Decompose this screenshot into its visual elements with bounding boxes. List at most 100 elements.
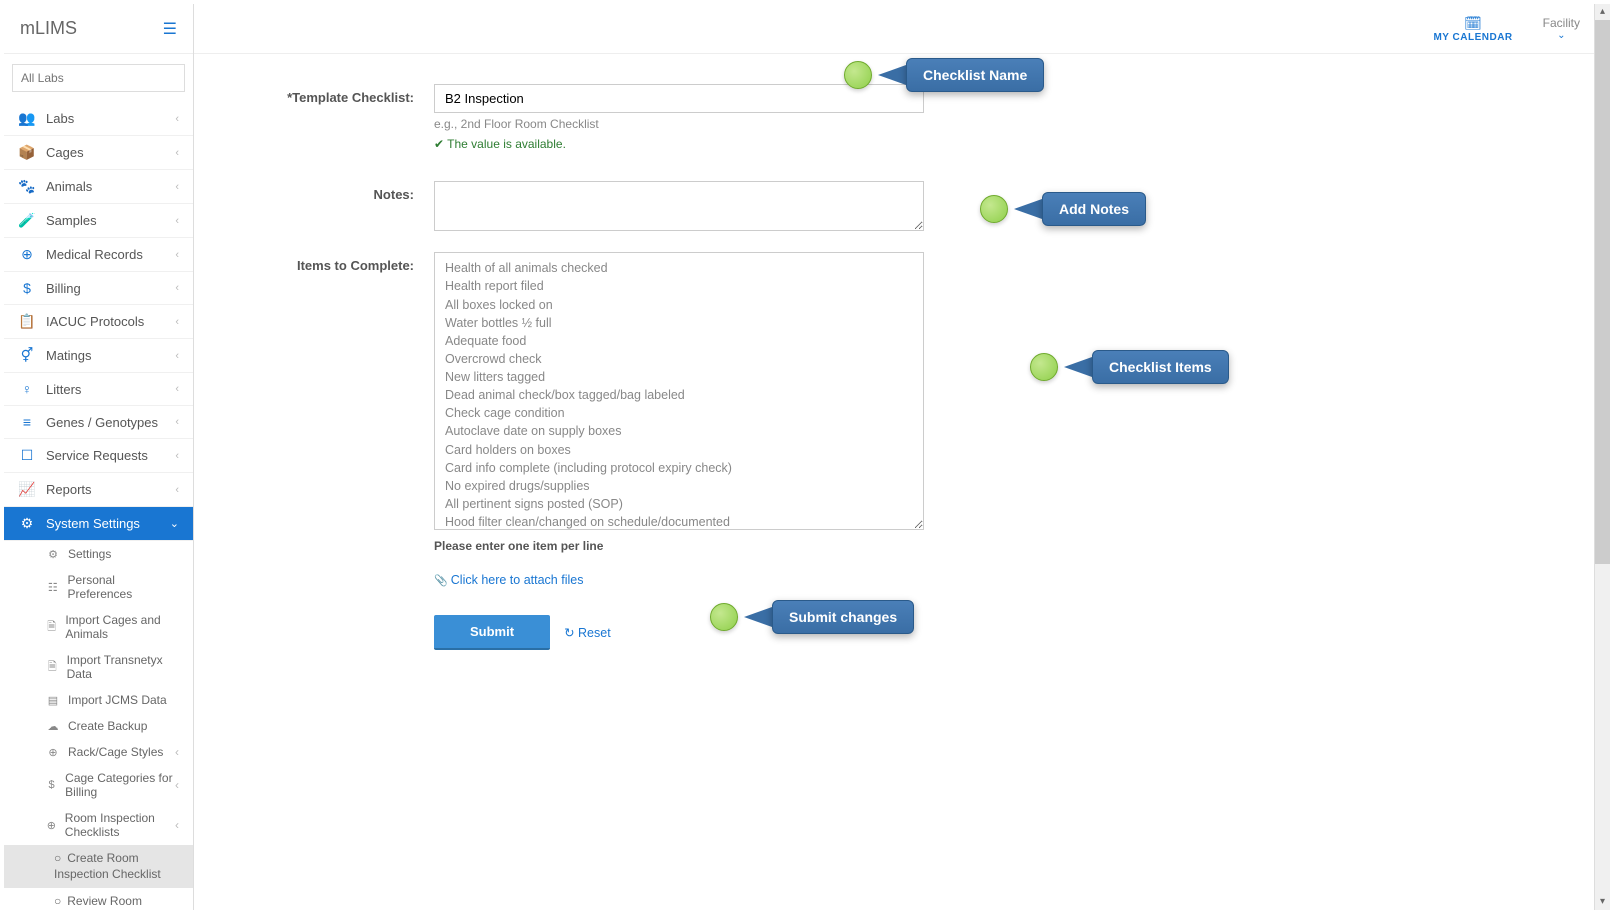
- lab-selector: [12, 64, 185, 92]
- subnav-icon: ⊕: [46, 819, 57, 832]
- subsubnav-item-review-room-inspection-checklists[interactable]: ○Review Room Inspection Checklists: [4, 888, 193, 910]
- callout-arrow-icon: [878, 65, 906, 85]
- nav-item-medical-records[interactable]: ⊕Medical Records‹: [4, 238, 193, 272]
- subnav-label: Cage Categories for Billing: [65, 771, 179, 799]
- nav-item-billing[interactable]: $ Billing ‹: [4, 272, 193, 305]
- brand-name: mLIMS: [20, 18, 77, 39]
- template-hint: e.g., 2nd Floor Room Checklist: [434, 117, 924, 131]
- items-textarea[interactable]: [434, 252, 924, 530]
- subnav-item-import-transnetyx-data[interactable]: 🗎 Import Transnetyx Data: [4, 647, 193, 687]
- chevron-left-icon: ‹: [175, 113, 179, 125]
- chevron-left-icon: ‹: [175, 484, 179, 496]
- my-calendar-link[interactable]: 🗓 MY CALENDAR: [1433, 15, 1512, 43]
- attach-files-link[interactable]: Click here to attach files: [434, 573, 583, 587]
- nav-icon: 👥: [18, 110, 36, 127]
- nav-label: IACUC Protocols: [46, 314, 144, 329]
- topbar: 🗓 MY CALENDAR Facility ⌄: [194, 4, 1610, 54]
- scroll-down-icon[interactable]: ▾: [1595, 894, 1610, 910]
- nav-label: Animals: [46, 179, 92, 194]
- subnav-label: Import JCMS Data: [68, 693, 167, 707]
- reset-button[interactable]: Reset: [564, 625, 611, 640]
- nav-item-iacuc-protocols[interactable]: 📋 IACUC Protocols ‹: [4, 305, 193, 339]
- subnav-item-rack-cage-styles[interactable]: ⊕Rack/Cage Styles: [4, 739, 193, 765]
- nav-item-service-requests[interactable]: ☐Service Requests‹: [4, 439, 193, 473]
- nav-icon: ⚥: [18, 347, 36, 364]
- nav-item-system-settings[interactable]: ⚙ System Settings ⌄: [4, 507, 193, 541]
- nav-item-labs[interactable]: 👥Labs‹: [4, 102, 193, 136]
- calendar-label: MY CALENDAR: [1433, 32, 1512, 43]
- items-label: Items to Complete:: [234, 252, 434, 273]
- subnav-item-import-jcms-data[interactable]: ▤ Import JCMS Data: [4, 687, 193, 713]
- chevron-down-icon: ⌄: [1543, 30, 1580, 41]
- nav-icon: 📦: [18, 144, 36, 161]
- subnav-item-create-backup[interactable]: ☁ Create Backup: [4, 713, 193, 739]
- nav-item-matings[interactable]: ⚥Matings‹: [4, 339, 193, 373]
- subnav-item-room-inspection-checklists[interactable]: ⊕ Room Inspection Checklists: [4, 805, 193, 845]
- nav-icon: $: [18, 280, 36, 296]
- nav-icon: ⊕: [18, 246, 36, 263]
- subnav-label: Create Backup: [68, 719, 147, 733]
- subnav-item-cage-categories-for-billing[interactable]: $ Cage Categories for Billing: [4, 765, 193, 805]
- chevron-left-icon: ‹: [175, 181, 179, 193]
- subnav-item-import-cages-and-animals[interactable]: 🗎Import Cages and Animals: [4, 607, 193, 647]
- scrollbar-thumb[interactable]: [1595, 20, 1610, 564]
- subnav-icon: ⊕: [46, 746, 60, 759]
- chevron-left-icon: ‹: [175, 215, 179, 227]
- items-hint: Please enter one item per line: [434, 539, 924, 553]
- content: *Template Checklist: e.g., 2nd Floor Roo…: [194, 54, 1610, 910]
- calendar-icon: 🗓: [1433, 15, 1512, 32]
- nav-label: Medical Records: [46, 247, 143, 262]
- chevron-down-icon: ⌄: [170, 517, 179, 530]
- subnav-icon: ▤: [46, 694, 60, 707]
- subnav-item-personal-preferences[interactable]: ☷ Personal Preferences: [4, 567, 193, 607]
- nav-label: Service Requests: [46, 448, 148, 463]
- subnav-icon: ☁: [46, 720, 60, 733]
- chevron-left-icon: ‹: [175, 316, 179, 328]
- subnav-icon: ☷: [46, 581, 60, 594]
- subsubnav-label: Create Room Inspection Checklist: [54, 851, 161, 881]
- chevron-left-icon: ‹: [175, 416, 179, 428]
- chevron-left-icon: ‹: [175, 282, 179, 294]
- submit-button[interactable]: Submit: [434, 615, 550, 650]
- subnav-label: Import Cages and Animals: [65, 613, 179, 641]
- nav-label: Matings: [46, 348, 92, 363]
- subnav-icon: 🗎: [46, 658, 59, 677]
- template-validation: The value is available.: [434, 137, 924, 151]
- main: 🗓 MY CALENDAR Facility ⌄ *Template Check…: [194, 4, 1610, 910]
- subsubnav-item-create-room-inspection-checklist[interactable]: ○Create Room Inspection Checklist: [4, 845, 193, 888]
- facility-dropdown[interactable]: Facility ⌄: [1543, 16, 1580, 41]
- nav-icon: ⚙: [18, 515, 36, 532]
- subnav-label: Import Transnetyx Data: [67, 653, 179, 681]
- window-scrollbar[interactable]: ▴ ▾: [1594, 4, 1610, 910]
- nav-item-reports[interactable]: 📈Reports‹: [4, 473, 193, 507]
- subnav-label: Room Inspection Checklists: [65, 811, 179, 839]
- nav-item-animals[interactable]: 🐾Animals‹: [4, 170, 193, 204]
- subnav-label: Personal Preferences: [68, 573, 179, 601]
- nav-item-samples[interactable]: 🧪 Samples ‹: [4, 204, 193, 238]
- hamburger-icon[interactable]: ☰: [163, 19, 177, 39]
- subnav-icon: ⚙: [46, 548, 60, 561]
- scroll-up-icon[interactable]: ▴: [1595, 4, 1610, 20]
- sidebar: mLIMS ☰ 👥Labs‹📦Cages‹🐾Animals‹🧪Samples‹⊕…: [4, 4, 194, 910]
- nav: 👥Labs‹📦Cages‹🐾Animals‹🧪Samples‹⊕Medical …: [4, 102, 193, 910]
- nav-icon: 📋: [18, 313, 36, 330]
- template-checklist-input[interactable]: [434, 84, 924, 113]
- nav-label: Reports: [46, 482, 92, 497]
- nav-label: Billing: [46, 281, 81, 296]
- chevron-left-icon: ‹: [175, 450, 179, 462]
- subnav-icon: $: [46, 779, 57, 791]
- notes-label: Notes:: [234, 181, 434, 202]
- nav-icon: 🧪: [18, 212, 36, 229]
- nav-item-litters[interactable]: ♀Litters‹: [4, 373, 193, 406]
- nav-item-genes-genotypes[interactable]: ≡ Genes / Genotypes ‹: [4, 406, 193, 439]
- notes-textarea[interactable]: [434, 181, 924, 231]
- nav-label: Samples: [46, 213, 97, 228]
- lab-selector-input[interactable]: [12, 64, 185, 92]
- nav-item-cages[interactable]: 📦Cages‹: [4, 136, 193, 170]
- subnav-label: Settings: [68, 547, 111, 561]
- nav-label: System Settings: [46, 516, 140, 531]
- nav-icon: ≡: [18, 414, 36, 430]
- nav-label: Genes / Genotypes: [46, 415, 158, 430]
- subsubnav-bullet-icon: ○: [54, 894, 61, 908]
- subnav-item-settings[interactable]: ⚙ Settings: [4, 541, 193, 567]
